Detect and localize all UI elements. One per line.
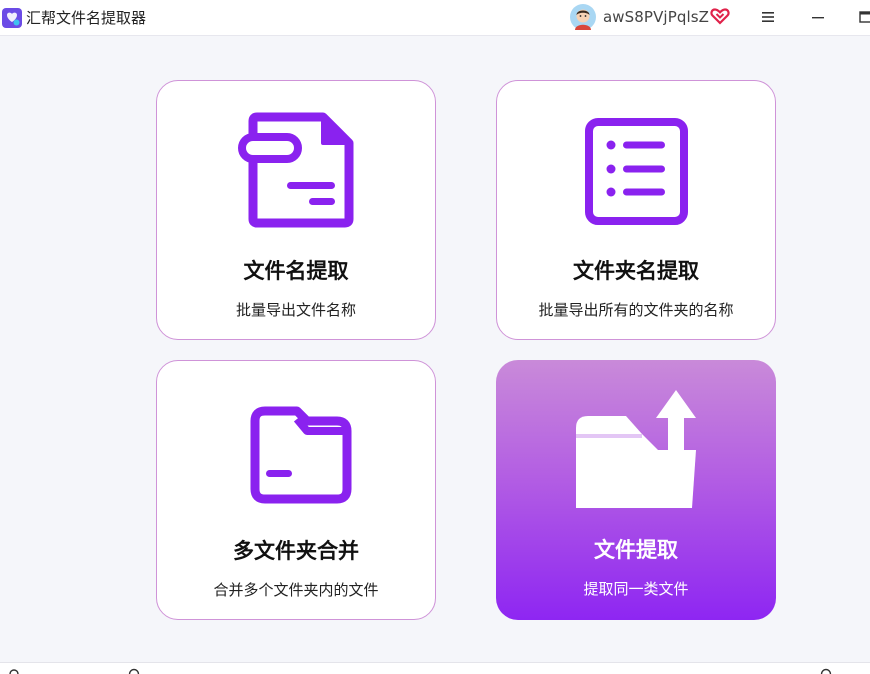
card-title: 文件夹名提取	[573, 259, 699, 283]
app-logo-icon	[2, 8, 22, 28]
card-subtitle: 批量导出文件名称	[235, 301, 356, 319]
card-title: 文件提取	[594, 538, 678, 562]
app-title: 汇帮文件名提取器	[26, 9, 147, 27]
info-icon[interactable]	[820, 668, 832, 674]
hamburger-menu-icon[interactable]	[760, 9, 776, 25]
card-subtitle: 批量导出所有的文件夹的名称	[538, 301, 734, 319]
folder-upload-icon	[576, 390, 696, 508]
card-file-name-extract[interactable]: 文件名提取 批量导出文件名称	[156, 80, 436, 340]
card-file-extract[interactable]: 文件提取 提取同一类文件	[496, 360, 776, 620]
title-bar: 汇帮文件名提取器 awS8PVjPqlsZ	[0, 0, 870, 36]
card-subtitle: 提取同一类文件	[583, 580, 689, 598]
minimize-icon[interactable]	[810, 9, 826, 25]
help-icon[interactable]	[128, 668, 140, 674]
card-folder-name-extract[interactable]: 文件夹名提取 批量导出所有的文件夹的名称	[496, 80, 776, 340]
vip-heart-icon[interactable]	[710, 6, 730, 26]
folder-icon	[250, 406, 352, 504]
card-multi-folder-merge[interactable]: 多文件夹合并 合并多个文件夹内的文件	[156, 360, 436, 620]
file-document-icon	[238, 112, 354, 228]
settings-icon[interactable]	[8, 668, 20, 674]
card-subtitle: 合并多个文件夹内的文件	[213, 581, 379, 599]
card-title: 文件名提取	[243, 259, 349, 283]
card-title: 多文件夹合并	[233, 539, 359, 563]
status-bar	[0, 662, 870, 674]
username[interactable]: awS8PVjPqlsZ	[603, 7, 709, 27]
maximize-icon[interactable]	[858, 9, 870, 25]
avatar-icon[interactable]	[570, 4, 596, 30]
list-document-icon	[585, 118, 688, 225]
